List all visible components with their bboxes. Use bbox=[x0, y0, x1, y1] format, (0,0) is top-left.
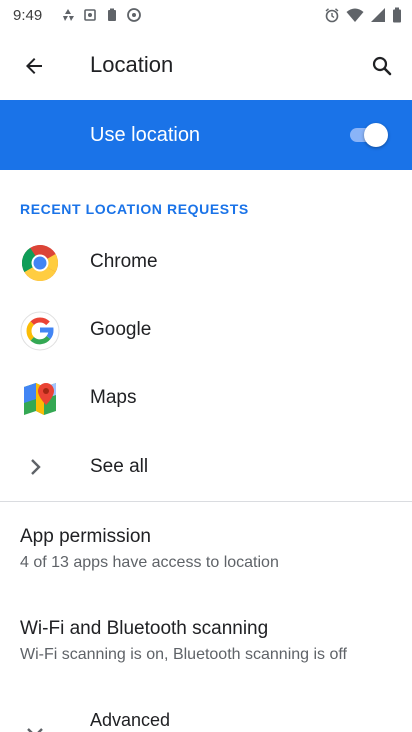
status-left-icons bbox=[60, 7, 142, 23]
status-right-icons bbox=[324, 7, 402, 23]
app-label-chrome: Chrome bbox=[90, 251, 158, 272]
app-label-maps: Maps bbox=[90, 387, 137, 408]
see-all-button[interactable]: See all bbox=[0, 434, 412, 502]
battery-icon bbox=[393, 7, 401, 23]
app-permission-item[interactable]: App permission 4 of 13 apps have access … bbox=[0, 510, 412, 592]
see-all-label: See all bbox=[90, 456, 149, 477]
app-label-google: Google bbox=[90, 319, 152, 340]
use-location-switch-bar[interactable]: Use location bbox=[0, 100, 412, 170]
status-bar: 9:49 bbox=[0, 0, 412, 32]
chevron-right-icon bbox=[31, 459, 41, 475]
app-permission-title: App permission bbox=[20, 526, 151, 547]
chrome-icon bbox=[21, 245, 59, 282]
wifi-bluetooth-scanning-item[interactable]: Wi-Fi and Bluetooth scanning Wi-Fi scann… bbox=[0, 602, 412, 684]
wifi-bluetooth-scanning-title: Wi-Fi and Bluetooth scanning bbox=[20, 618, 269, 639]
advanced-label: Advanced bbox=[90, 710, 171, 730]
toggle-thumb bbox=[364, 123, 388, 147]
wifi-bluetooth-scanning-summary: Wi-Fi scanning is on, Bluetooth scanning… bbox=[20, 646, 347, 663]
wifi-icon bbox=[346, 8, 364, 22]
advanced-button[interactable]: Advanced bbox=[0, 700, 412, 732]
chevron-down-icon bbox=[27, 728, 43, 732]
recent-app-chrome[interactable]: Chrome bbox=[0, 229, 412, 297]
page-title: Location bbox=[90, 52, 174, 77]
back-button[interactable] bbox=[14, 46, 54, 86]
data-saver-icon bbox=[127, 8, 141, 22]
maps-icon bbox=[24, 383, 56, 415]
signal-icon bbox=[371, 8, 385, 22]
app-bar: Location bbox=[0, 32, 412, 100]
google-icon bbox=[20, 311, 60, 351]
battery-saver-icon bbox=[108, 8, 116, 21]
photos-icon bbox=[63, 9, 74, 21]
use-location-label: Use location bbox=[90, 124, 201, 146]
recent-requests-header: RECENT LOCATION REQUESTS bbox=[20, 201, 249, 217]
use-location-toggle[interactable] bbox=[346, 121, 390, 149]
search-icon bbox=[372, 56, 392, 76]
arrow-back-icon bbox=[26, 58, 42, 74]
status-time: 9:49 bbox=[13, 7, 43, 24]
divider bbox=[0, 501, 412, 502]
recent-app-maps[interactable]: Maps bbox=[0, 365, 412, 433]
game-icon bbox=[84, 9, 96, 21]
search-button[interactable] bbox=[362, 46, 402, 86]
recent-app-google[interactable]: Google bbox=[0, 297, 412, 365]
alarm-icon bbox=[325, 8, 339, 23]
app-permission-summary: 4 of 13 apps have access to location bbox=[20, 554, 279, 571]
